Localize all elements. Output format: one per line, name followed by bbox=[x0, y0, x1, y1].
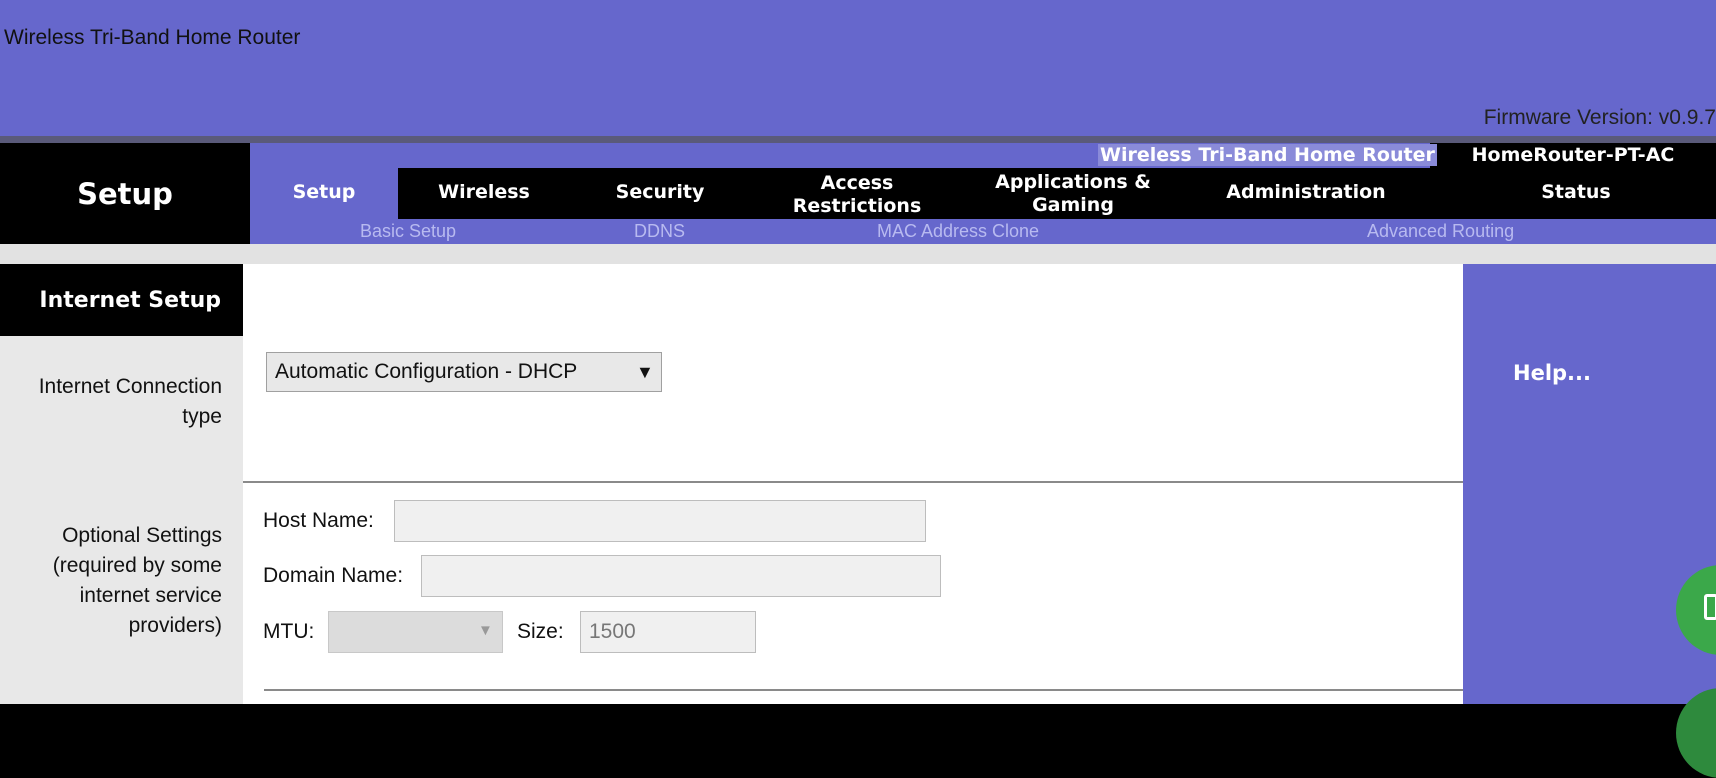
firmware-version: Firmware Version: v0.9.7 bbox=[1483, 106, 1716, 129]
domain-name-input[interactable] bbox=[421, 555, 941, 597]
tab-access-restrictions[interactable]: Access Restrictions bbox=[772, 166, 942, 219]
banner-title: Wireless Tri-Band Home Router bbox=[4, 26, 301, 49]
connection-type-select[interactable]: Automatic Configuration - DHCP bbox=[266, 352, 662, 392]
section-gap bbox=[0, 244, 1716, 264]
internet-setup-heading: Internet Setup bbox=[0, 264, 243, 336]
domain-name-label: Domain Name: bbox=[263, 564, 404, 587]
subtab-ddns[interactable]: DDNS bbox=[634, 219, 685, 244]
banner-divider bbox=[0, 136, 1716, 143]
tab-wireless[interactable]: Wireless bbox=[398, 166, 570, 219]
model-name: HomeRouter-PT-AC bbox=[1471, 144, 1675, 166]
host-name-label: Host Name: bbox=[263, 509, 374, 532]
router-name: Wireless Tri-Band Home Router bbox=[1098, 144, 1437, 166]
mtu-size-input[interactable]: 1500 bbox=[580, 611, 756, 653]
host-name-input[interactable] bbox=[394, 500, 926, 542]
optional-settings-label: Optional Settings (required by some inte… bbox=[52, 524, 222, 637]
connection-type-value: Automatic Configuration - DHCP bbox=[275, 360, 578, 383]
dropdown-arrow-icon: ▼ bbox=[636, 362, 654, 382]
mtu-size-label: Size: bbox=[517, 620, 564, 643]
subtab-mac-address-clone[interactable]: MAC Address Clone bbox=[877, 219, 1039, 244]
mtu-select[interactable] bbox=[328, 611, 503, 653]
section-divider-bottom bbox=[264, 689, 1463, 691]
section-title: Setup bbox=[77, 176, 173, 211]
tab-administration[interactable]: Administration bbox=[1196, 166, 1416, 219]
subtab-advanced-routing[interactable]: Advanced Routing bbox=[1367, 219, 1514, 244]
mtu-label: MTU: bbox=[263, 620, 315, 643]
help-link[interactable]: Help... bbox=[1513, 361, 1591, 385]
tab-security[interactable]: Security bbox=[570, 166, 750, 219]
mtu-dropdown-arrow-icon: ▼ bbox=[478, 622, 493, 639]
tab-status[interactable]: Status bbox=[1466, 166, 1686, 219]
connection-type-label: Internet Connection type bbox=[38, 375, 222, 428]
calculator-icon bbox=[1704, 594, 1716, 620]
section-divider bbox=[243, 481, 1463, 483]
tab-applications-gaming[interactable]: Applications & Gaming bbox=[990, 166, 1156, 219]
subtab-basic-setup[interactable]: Basic Setup bbox=[360, 219, 456, 244]
top-banner bbox=[0, 0, 1716, 138]
tab-setup[interactable]: Setup bbox=[250, 166, 398, 219]
help-panel bbox=[1463, 264, 1716, 704]
